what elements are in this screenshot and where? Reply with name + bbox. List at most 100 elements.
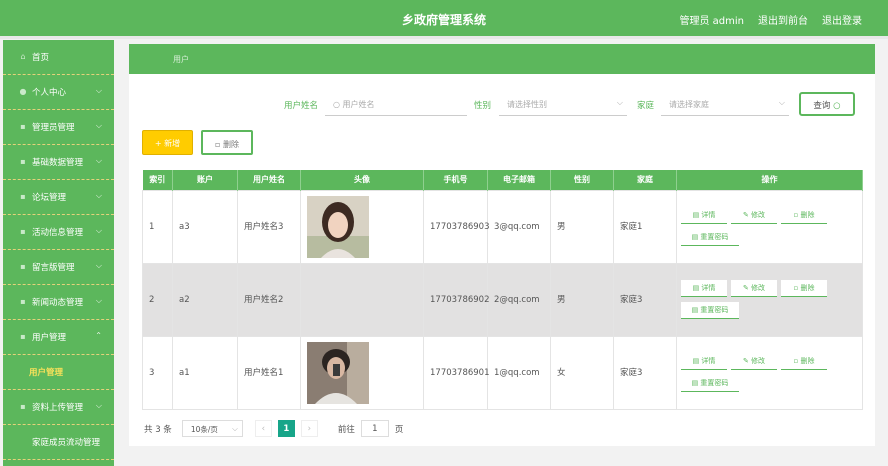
- ops-cell: ▤ 详情 ✎ 修改 ▫ 删除 ▤ 重置密码: [676, 335, 863, 410]
- sidebar-item-label: 新闻动态管理: [32, 298, 84, 308]
- family-select[interactable]: 请选择家庭 ⌵: [661, 92, 789, 116]
- edit-button[interactable]: ✎ 修改: [731, 206, 777, 224]
- sidebar-item-home[interactable]: ⌂ 首页: [3, 40, 114, 75]
- account-cell: a1: [172, 335, 238, 410]
- name-label: 用户姓名: [284, 101, 319, 111]
- reset-password-label: 重置密码: [700, 378, 729, 387]
- sidebar-item-label: 资料上传管理: [32, 403, 84, 413]
- sidebar-subitem-user-management[interactable]: 用户管理: [3, 355, 114, 390]
- chevron-down-icon: ⌵: [616, 98, 623, 107]
- goto-page-input[interactable]: 1: [360, 420, 389, 437]
- row-delete-label: 删除: [800, 210, 815, 219]
- account-cell: a3: [172, 189, 238, 264]
- goto-label: 前往: [337, 424, 355, 435]
- index-cell: 1: [142, 189, 173, 264]
- column-header: 电子邮箱: [487, 170, 551, 190]
- header-divider: [0, 36, 888, 39]
- gender-cell: 女: [550, 335, 614, 410]
- sidebar-item-basic-data[interactable]: ▪ 基础数据管理 ⌵: [3, 145, 114, 180]
- page-size-select[interactable]: 10条/页 ⌵: [181, 420, 243, 437]
- email-cell: 3@qq.com: [487, 189, 551, 264]
- reset-password-button[interactable]: ▤ 重置密码: [681, 228, 739, 246]
- row-delete-button[interactable]: ▫ 删除: [781, 352, 827, 370]
- table-row: 2 a2 用户姓名2 17703786902 2@qq.com 男 家庭3 ▤ …: [142, 262, 863, 337]
- phone-cell: 17703786901: [423, 335, 490, 410]
- column-header: 用户姓名: [237, 170, 301, 190]
- column-header: 性别: [550, 170, 614, 190]
- phone-cell: 17703786903: [423, 189, 490, 264]
- chevron-down-icon: ⌵: [95, 296, 102, 305]
- sidebar-item-label: 家庭成员流动管理: [32, 438, 101, 448]
- prev-page-button[interactable]: ‹: [254, 420, 272, 437]
- menu-icon: ▪: [20, 297, 26, 306]
- add-button[interactable]: + 新增: [142, 130, 193, 155]
- menu-icon: ▪: [20, 122, 26, 131]
- reset-password-button[interactable]: ▤ 重置密码: [681, 301, 739, 319]
- page-unit-label: 页: [394, 424, 404, 435]
- table-row: 3 a1 用户姓名1 17703786901 1@qq.com 女 家庭3 ▤ …: [142, 335, 863, 410]
- chevron-down-icon: ⌵: [95, 86, 102, 95]
- gender-select[interactable]: 请选择性别 ⌵: [499, 92, 627, 116]
- sidebar-item-personal-center[interactable]: ● 个人中心 ⌵: [3, 75, 114, 110]
- family-cell: 家庭1: [613, 189, 677, 264]
- breadcrumb: 用户: [129, 44, 875, 74]
- page-size-value: 10条/页: [190, 425, 218, 434]
- reset-password-label: 重置密码: [700, 232, 729, 241]
- sidebar-item-admin[interactable]: ▪ 管理员管理 ⌵: [3, 110, 114, 145]
- name-cell: 用户姓名2: [237, 262, 301, 337]
- sidebar-item-label: 留言版管理: [32, 263, 75, 273]
- menu-icon: ▪: [20, 227, 26, 236]
- page-1-button[interactable]: 1: [277, 420, 295, 437]
- detail-button[interactable]: ▤ 详情: [681, 352, 727, 370]
- menu-icon: ▪: [20, 332, 26, 341]
- sidebar-item-family-flow[interactable]: 家庭成员流动管理: [3, 425, 114, 460]
- row-delete-button[interactable]: ▫ 删除: [781, 279, 827, 297]
- family-placeholder: 请选择家庭: [669, 100, 709, 109]
- phone-cell: 17703786902: [423, 262, 490, 337]
- sidebar-item-message-board[interactable]: ▪ 留言版管理 ⌵: [3, 250, 114, 285]
- edit-button[interactable]: ✎ 修改: [731, 352, 777, 370]
- delete-button[interactable]: ▫ 删除: [201, 130, 253, 155]
- query-button[interactable]: 查询 ○: [799, 92, 855, 116]
- column-header: 头像: [300, 170, 424, 190]
- sidebar-item-upload[interactable]: ▪ 资料上传管理 ⌵: [3, 390, 114, 425]
- sidebar-item-label: 管理员管理: [32, 123, 75, 133]
- sidebar-item-label: 活动信息管理: [32, 228, 84, 238]
- home-icon: ⌂: [20, 52, 26, 61]
- name-cell: 用户姓名1: [237, 335, 301, 410]
- sidebar-item-label: 论坛管理: [32, 193, 67, 203]
- query-button-label: 查询: [813, 101, 831, 111]
- chevron-down-icon: ⌵: [778, 98, 785, 107]
- column-header: 操作: [676, 170, 863, 190]
- sidebar-item-users[interactable]: ▪ 用户管理 ⌃: [3, 320, 114, 355]
- name-search-input[interactable]: ○ 用户姓名: [325, 92, 467, 116]
- index-cell: 3: [142, 335, 173, 410]
- reset-password-button[interactable]: ▤ 重置密码: [681, 374, 739, 392]
- chevron-down-icon: ⌵: [95, 226, 102, 235]
- edit-button[interactable]: ✎ 修改: [731, 279, 777, 297]
- detail-button[interactable]: ▤ 详情: [681, 279, 727, 297]
- gender-cell: 男: [550, 189, 614, 264]
- ops-cell: ▤ 详情 ✎ 修改 ▫ 删除 ▤ 重置密码: [676, 189, 863, 264]
- search-icon: ○: [333, 100, 340, 109]
- user-icon: ●: [19, 87, 27, 96]
- total-count: 共 3 条: [144, 424, 172, 435]
- row-delete-button[interactable]: ▫ 删除: [781, 206, 827, 224]
- front-link[interactable]: 退出到前台: [758, 12, 808, 27]
- menu-icon: [18, 437, 28, 447]
- gender-label: 性别: [474, 101, 492, 111]
- sidebar-item-news[interactable]: ▪ 新闻动态管理 ⌵: [3, 285, 114, 320]
- family-label: 家庭: [637, 101, 655, 111]
- admin-label: 管理员 admin: [679, 16, 744, 27]
- index-cell: 2: [142, 262, 173, 337]
- detail-button[interactable]: ▤ 详情: [681, 206, 727, 224]
- sidebar-item-label: 首页: [32, 53, 50, 63]
- breadcrumb-label: 用户: [173, 55, 189, 64]
- sidebar-item-activity[interactable]: ▪ 活动信息管理 ⌵: [3, 215, 114, 250]
- trash-icon: ▫: [215, 140, 221, 149]
- row-delete-label: 删除: [800, 356, 815, 365]
- chevron-down-icon: ⌵: [232, 424, 238, 433]
- sidebar-item-forum[interactable]: ▪ 论坛管理 ⌵: [3, 180, 114, 215]
- next-page-button[interactable]: ›: [300, 420, 318, 437]
- logout-link[interactable]: 退出登录: [822, 12, 862, 27]
